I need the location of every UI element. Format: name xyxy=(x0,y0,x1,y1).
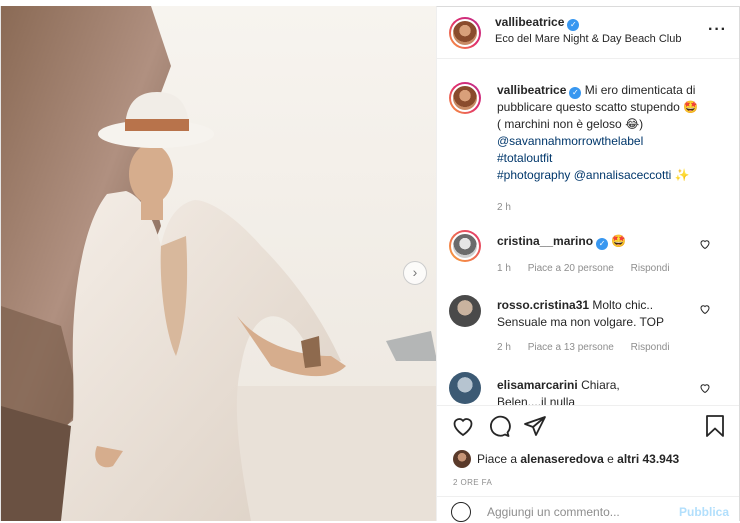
comment-input[interactable]: Aggiungi un commento... xyxy=(487,505,620,519)
caption-mention-annalisa[interactable]: @annalisaceccotti xyxy=(574,168,672,182)
caption-hashtag-totaloutfit[interactable]: #totaloutfit xyxy=(497,151,552,165)
comment-text: Molto chic.. xyxy=(592,298,654,312)
share-icon[interactable] xyxy=(523,414,547,438)
comment-username[interactable]: cristina__marino xyxy=(497,234,593,248)
post-panel: vallibeatrice ✓ Eco del Mare Night & Day … xyxy=(436,6,740,522)
liker-avatar[interactable] xyxy=(453,450,471,468)
post-header: vallibeatrice ✓ Eco del Mare Night & Day … xyxy=(437,7,739,59)
add-comment-bar: Aggiungi un commento... Pubblica xyxy=(437,496,739,523)
post-time-ago[interactable]: 2 ORE FA xyxy=(453,478,492,487)
comment-username[interactable]: rosso.cristina31 xyxy=(497,298,589,312)
caption-line-2: pubblicare questo scatto stupendo 🤩 xyxy=(497,100,699,114)
heart-icon[interactable] xyxy=(451,414,475,438)
comment-time: 2 h xyxy=(497,342,511,353)
caption-time: 2 h xyxy=(497,202,511,213)
action-bar: Piace a alenaseredova e altri 43.943 2 O… xyxy=(437,405,739,522)
comment-avatar[interactable] xyxy=(449,372,481,404)
heart-icon[interactable] xyxy=(699,303,711,315)
emoji-icon[interactable] xyxy=(451,502,471,522)
comment-likes[interactable]: Piace a 13 persone xyxy=(528,342,614,353)
comment-time: 1 h xyxy=(497,263,511,274)
caption-hashtag-photography[interactable]: #photography xyxy=(497,168,570,182)
next-photo-button[interactable]: › xyxy=(403,261,427,285)
author-username[interactable]: vallibeatrice xyxy=(495,15,564,29)
caption-line-3: ( marchini non è geloso 😂) xyxy=(497,117,644,131)
caption-sparkle: ✨ xyxy=(674,168,690,182)
verified-icon: ✓ xyxy=(569,87,582,99)
comment-avatar[interactable] xyxy=(449,230,481,262)
comment-likes[interactable]: Piace a 20 persone xyxy=(528,263,614,274)
comment-text-2: Belen....il nulla xyxy=(497,395,576,405)
verified-icon: ✓ xyxy=(596,238,609,250)
comment-text: 🤩 xyxy=(611,234,627,248)
caption-line-1: Mi ero dimenticata di xyxy=(584,83,696,97)
comment-text: Chiara, xyxy=(581,378,620,392)
likes-prefix: Piace a xyxy=(477,452,518,466)
author-avatar[interactable] xyxy=(449,17,481,49)
post-photo[interactable]: › xyxy=(0,6,436,521)
more-icon[interactable]: ··· xyxy=(708,21,727,39)
likes-user[interactable]: alenaseredova xyxy=(520,452,603,466)
comment-reply-button[interactable]: Rispondi xyxy=(631,342,670,353)
caption-username[interactable]: vallibeatrice xyxy=(497,83,566,97)
post-location[interactable]: Eco del Mare Night & Day Beach Club xyxy=(495,33,681,45)
comment-text-2: Sensuale ma non volgare. TOP xyxy=(497,315,664,329)
likes-others[interactable]: altri 43.943 xyxy=(617,452,679,466)
verified-icon: ✓ xyxy=(567,19,580,31)
instagram-post-window: › vallibeatrice ✓ Eco del Mare Night & Da… xyxy=(0,0,740,522)
heart-icon[interactable] xyxy=(699,382,711,394)
comment-avatar[interactable] xyxy=(449,295,481,327)
heart-icon[interactable] xyxy=(699,238,711,250)
bookmark-icon[interactable] xyxy=(703,414,727,438)
publish-button[interactable]: Pubblica xyxy=(679,505,729,519)
comment-reply-button[interactable]: Rispondi xyxy=(631,263,670,274)
comments-scroll-area[interactable]: vallibeatrice ✓ Mi ero dimenticata di pub… xyxy=(437,60,739,405)
likes-summary[interactable]: Piace a alenaseredova e altri 43.943 xyxy=(477,452,679,466)
photo-illustration xyxy=(1,6,436,521)
chevron-right-icon: › xyxy=(412,264,418,280)
caption-mention-savannah[interactable]: @savannahmorrowthelabel xyxy=(497,134,643,148)
caption-avatar[interactable] xyxy=(449,82,481,114)
comment-username[interactable]: elisamarcarini xyxy=(497,378,578,392)
likes-middle: e xyxy=(607,452,614,466)
post-caption: vallibeatrice ✓ Mi ero dimenticata di pub… xyxy=(497,82,727,184)
comment-icon[interactable] xyxy=(487,414,511,438)
